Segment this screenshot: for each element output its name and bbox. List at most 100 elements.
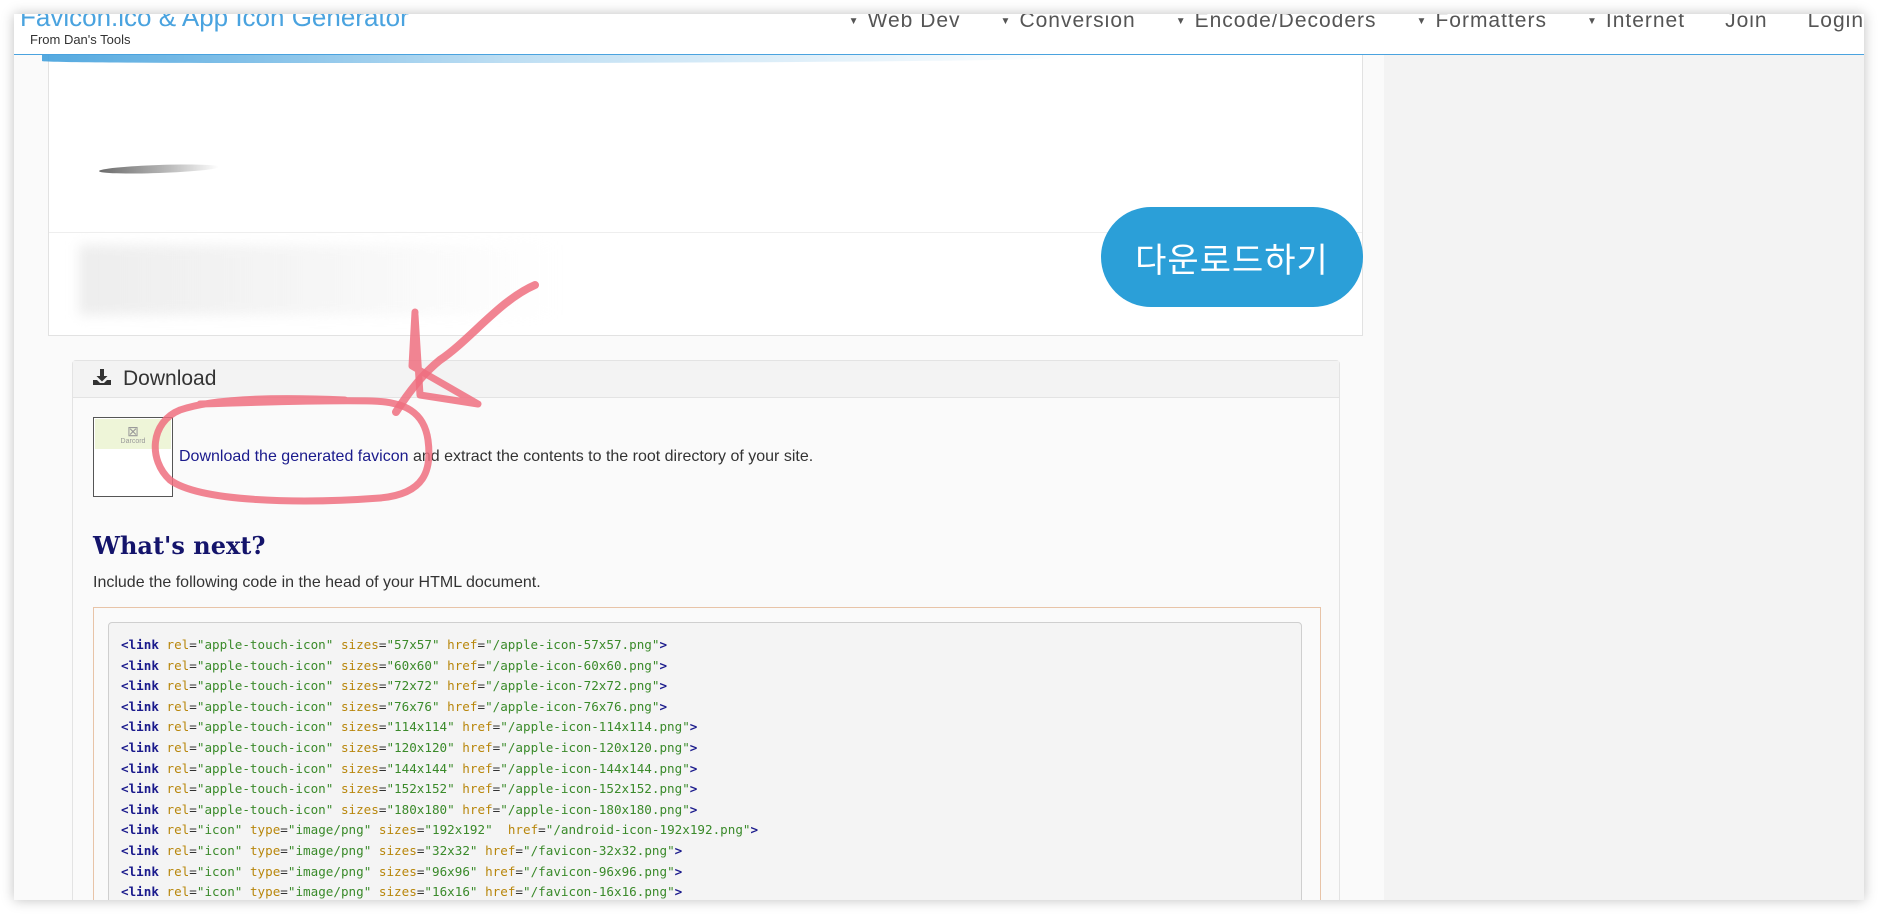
code-attr-name: sizes bbox=[340, 760, 379, 776]
code-attr-name: sizes bbox=[340, 698, 379, 714]
ad-blurred-logo bbox=[98, 162, 220, 176]
code-attr-name: rel bbox=[166, 863, 190, 879]
code-attr-value: "/favicon-32x32.png" bbox=[523, 842, 675, 858]
code-line: <link rel="apple-touch-icon" sizes="72x7… bbox=[121, 676, 1289, 697]
code-attr-name: href bbox=[462, 781, 493, 797]
broken-image-icon: ⊠ bbox=[127, 422, 139, 439]
code-attr-value: "/apple-icon-152x152.png" bbox=[500, 781, 690, 797]
nav-item-join[interactable]: Join bbox=[1725, 14, 1768, 34]
code-attr-name: href bbox=[447, 678, 478, 694]
code-attr-value: "57x57" bbox=[386, 637, 440, 652]
code-attr-name: rel bbox=[166, 801, 190, 817]
nav-item-formatters[interactable]: ▼ Formatters bbox=[1417, 14, 1547, 34]
site-title[interactable]: Favicon.ico & App Icon Generator bbox=[20, 14, 409, 33]
code-attr-value: "/apple-icon-144x144.png" bbox=[500, 760, 690, 776]
code-attr-name: sizes bbox=[340, 739, 379, 755]
download-instructions-rest: and extract the contents to the root dir… bbox=[408, 448, 814, 465]
code-attr-name: sizes bbox=[340, 781, 379, 797]
code-equals: = bbox=[189, 719, 197, 735]
code-attr-value: "72x72" bbox=[386, 678, 440, 694]
code-attr-value: "apple-touch-icon" bbox=[196, 739, 334, 755]
code-equals: = bbox=[477, 657, 486, 673]
code-tag: <link bbox=[121, 863, 159, 879]
code-tag-close: > bbox=[659, 698, 668, 714]
favicon-thumbnail[interactable]: ⊠ Darcord bbox=[93, 417, 173, 497]
code-equals: = bbox=[189, 801, 197, 817]
caret-down-icon: ▼ bbox=[1000, 15, 1012, 27]
code-attr-value: "144x144" bbox=[386, 760, 455, 776]
nav-item-internet[interactable]: ▼ Internet bbox=[1587, 14, 1685, 34]
code-attr-value: "/apple-icon-120x120.png" bbox=[500, 739, 690, 755]
code-tag-close: > bbox=[689, 719, 698, 735]
site-subtitle: From Dan's Tools bbox=[30, 32, 131, 47]
code-attr-name: sizes bbox=[378, 884, 417, 900]
code-tag-close: > bbox=[659, 637, 668, 652]
thumbnail-caption: Darcord bbox=[120, 437, 146, 445]
nav-item-conversion[interactable]: ▼ Conversion bbox=[1001, 14, 1136, 34]
code-attr-name: href bbox=[500, 822, 539, 838]
code-tag-close: > bbox=[689, 760, 698, 776]
code-attr-name: sizes bbox=[340, 637, 379, 652]
download-row: ⊠ Darcord Download the generated favicon… bbox=[93, 417, 813, 497]
code-attr-value: "/favicon-16x16.png" bbox=[523, 884, 675, 900]
download-favicon-link[interactable]: Download the generated favicon bbox=[179, 448, 409, 465]
code-tag: <link bbox=[121, 801, 159, 817]
code-equals: = bbox=[538, 822, 546, 838]
code-equals: = bbox=[280, 884, 288, 900]
code-attr-name: href bbox=[485, 842, 516, 858]
code-attr-name: href bbox=[447, 657, 478, 673]
nav-item-web-dev[interactable]: ▼ Web Dev bbox=[849, 14, 961, 34]
code-attr-name: rel bbox=[166, 822, 190, 838]
code-attr-value: "apple-touch-icon" bbox=[196, 760, 334, 776]
code-attr-name: href bbox=[462, 719, 493, 735]
nav-item-encode-decoders[interactable]: ▼ Encode/Decoders bbox=[1176, 14, 1377, 34]
code-equals: = bbox=[189, 822, 197, 838]
code-attr-name: sizes bbox=[340, 801, 379, 817]
nav-item-label: Join bbox=[1725, 14, 1768, 32]
code-attr-name: href bbox=[485, 884, 516, 900]
nav-item-label: Login bbox=[1807, 14, 1864, 32]
code-tag: <link bbox=[121, 884, 159, 900]
code-equals: = bbox=[189, 657, 197, 673]
nav-item-label: Conversion bbox=[1019, 14, 1136, 32]
nav-item-login[interactable]: Login bbox=[1808, 14, 1864, 34]
html-code-block[interactable]: <link rel="apple-touch-icon" sizes="57x5… bbox=[108, 622, 1302, 900]
code-equals: = bbox=[189, 698, 197, 714]
code-attr-name: sizes bbox=[340, 678, 379, 694]
code-attr-name: sizes bbox=[340, 719, 379, 735]
code-equals: = bbox=[280, 863, 288, 879]
code-attr-value: "image/png" bbox=[287, 884, 372, 900]
code-attr-name: href bbox=[447, 698, 478, 714]
code-line: <link rel="apple-touch-icon" sizes="60x6… bbox=[121, 656, 1289, 677]
code-attr-value: "114x114" bbox=[386, 719, 455, 735]
code-attr-value: "/apple-icon-114x114.png" bbox=[500, 719, 690, 735]
code-tag: <link bbox=[121, 739, 159, 755]
download-icon bbox=[93, 368, 111, 390]
code-line: <link rel="apple-touch-icon" sizes="144x… bbox=[121, 759, 1289, 780]
nav-item-label: Encode/Decoders bbox=[1194, 14, 1377, 32]
code-attr-value: "apple-touch-icon" bbox=[196, 781, 334, 797]
browser-viewport: Favicon.ico & App Icon Generator From Da… bbox=[14, 14, 1864, 900]
code-tag: <link bbox=[121, 781, 159, 797]
code-attr-name: rel bbox=[166, 678, 190, 694]
download-panel-header: Download bbox=[73, 361, 1339, 398]
ad-download-button[interactable]: 다운로드하기 bbox=[1101, 207, 1363, 307]
code-line: <link rel="apple-touch-icon" sizes="76x7… bbox=[121, 697, 1289, 718]
